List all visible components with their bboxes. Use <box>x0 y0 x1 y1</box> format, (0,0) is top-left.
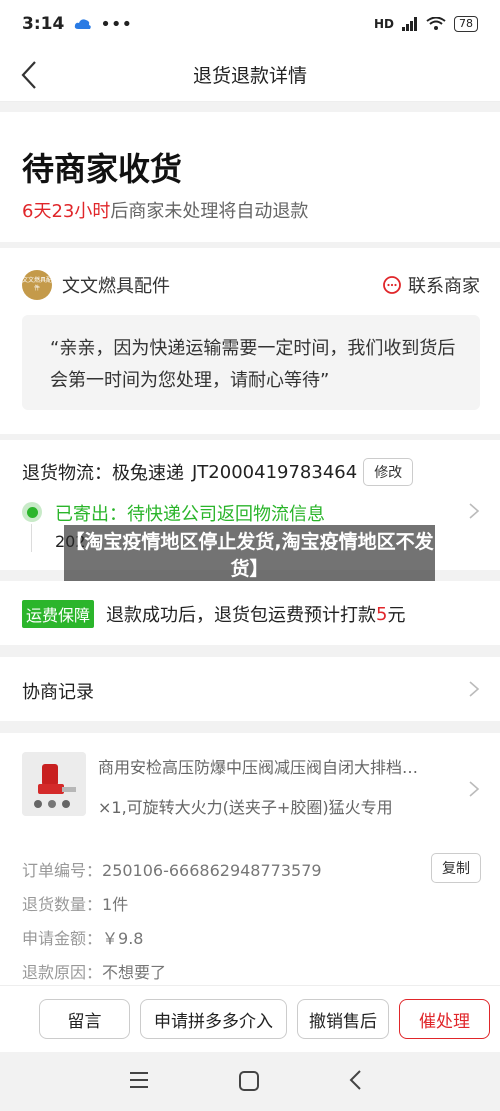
wifi-icon <box>426 17 446 30</box>
contact-seller-label: 联系商家 <box>408 276 480 297</box>
reason-label: 退款原因： <box>22 963 103 982</box>
product-image[interactable] <box>22 752 86 816</box>
back-nav-icon[interactable] <box>348 1069 364 1091</box>
shop-name[interactable]: 文文燃具配件 <box>62 272 170 298</box>
amount-row: 申请金额：￥9.8 <box>22 925 143 949</box>
system-nav-bar <box>0 1052 500 1111</box>
shop-logo[interactable]: 文文燃具配件 <box>22 270 52 300</box>
countdown-suffix: 后商家未处理将自动退款 <box>110 201 309 222</box>
return-qty: 1件 <box>102 895 129 914</box>
message-button[interactable]: 留言 <box>39 999 130 1039</box>
overlay-caption: 【淘宝疫情地区停止发货,淘宝疫情地区不发货】 <box>64 525 435 587</box>
fee-unit: 元 <box>387 605 406 626</box>
chevron-right-icon[interactable] <box>468 502 480 520</box>
amount-label: 申请金额： <box>22 929 103 948</box>
reason-value: 不想要了 <box>102 963 167 982</box>
amount-value: ￥9.8 <box>102 929 144 948</box>
chevron-right-icon[interactable] <box>468 680 480 698</box>
return-qty-label: 退货数量： <box>22 895 103 914</box>
contact-seller-button[interactable]: 联系商家 <box>382 272 480 298</box>
cloud-icon <box>75 19 92 29</box>
carrier-name: 极兔速递 <box>112 463 184 484</box>
back-icon[interactable] <box>14 58 48 92</box>
product-title[interactable]: 商用安检高压防爆中压阀减压阀自闭大排档… <box>98 754 448 778</box>
pdd-intervene-button[interactable]: 申请拼多多介入 <box>140 999 287 1039</box>
shipment-status[interactable]: 已寄出：待快递公司返回物流信息 <box>55 500 325 526</box>
menu-icon[interactable] <box>128 1070 150 1090</box>
return-qty-row: 退货数量：1件 <box>22 891 128 915</box>
shipping-guarantee-badge: 运费保障 <box>22 600 95 628</box>
action-bar: 留言 申请拼多多介入 撤销售后 催处理 <box>0 985 500 1052</box>
edit-logistics-button[interactable]: 修改 <box>363 458 414 486</box>
signal-icon <box>402 17 417 31</box>
more-dots-icon: ••• <box>100 13 133 35</box>
tracking-number: JT2000419783464 <box>192 461 358 483</box>
status-time: 3:14 <box>22 14 65 34</box>
copy-button[interactable]: 复制 <box>431 853 481 883</box>
fee-amount: 5 <box>376 603 388 625</box>
battery-icon: 78 <box>454 16 478 32</box>
logistics-line: 退货物流： 极兔速递 JT2000419783464 修改 <box>22 458 414 486</box>
status-dot <box>22 502 42 522</box>
refund-status-title: 待商家收货 <box>22 150 183 188</box>
product-spec: ×1,可旋转大火力(送夹子+胶圈)猛火专用 <box>98 798 393 817</box>
urge-button[interactable]: 催处理 <box>399 999 490 1039</box>
page-title: 退货退款详情 <box>192 65 307 87</box>
negotiation-label[interactable]: 协商记录 <box>22 678 94 704</box>
nav-bar: 退货退款详情 <box>0 48 500 102</box>
shop-row: 文文燃具配件 文文燃具配件 联系商家 <box>22 268 480 302</box>
order-number: 250106-666862948773579 <box>102 861 322 880</box>
cancel-aftersale-button[interactable]: 撤销售后 <box>297 999 389 1039</box>
timeline-line <box>31 524 32 552</box>
logistics-label: 退货物流： <box>22 463 112 484</box>
seller-message: “亲亲，因为快递运输需要一定时间，我们收到货后会第一时间为您处理，请耐心等待” <box>22 315 480 410</box>
status-bar: 3:14 ••• HD 78 <box>0 0 500 48</box>
fee-row: 运费保障 退款成功后，退货包运费预计打款 5 元 <box>22 600 405 628</box>
fee-text: 退款成功后，退货包运费预计打款 <box>106 605 377 626</box>
order-number-label: 订单编号： <box>22 861 103 880</box>
network-label: HD <box>373 17 394 31</box>
reason-row: 退款原因：不想要了 <box>22 959 166 983</box>
countdown: 6天23小时 <box>22 201 111 222</box>
refund-status-subtitle: 6天23小时后商家未处理将自动退款 <box>22 197 308 223</box>
order-number-row: 订单编号：250106-666862948773579 <box>22 857 322 881</box>
chevron-right-icon[interactable] <box>468 780 480 798</box>
chat-icon <box>383 276 401 294</box>
home-icon[interactable] <box>238 1070 260 1092</box>
